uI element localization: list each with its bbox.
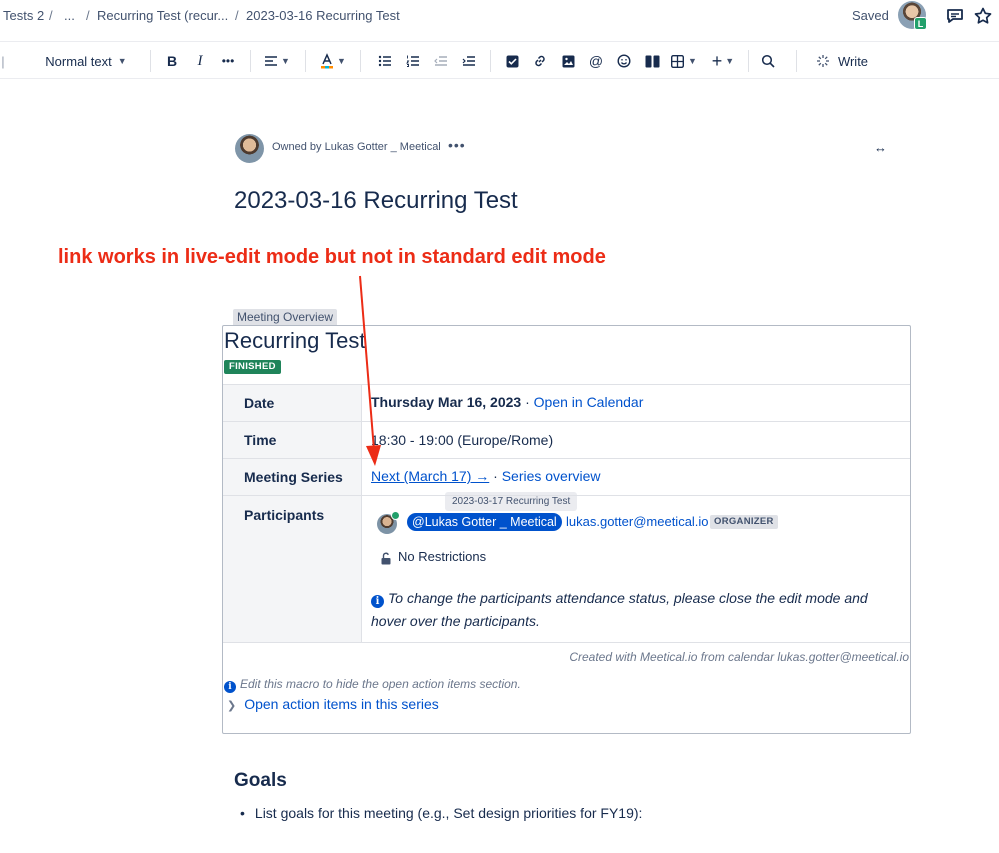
insert-icon[interactable]: + ▼ <box>708 51 738 71</box>
breadcrumb-separator: / <box>49 8 53 23</box>
accepted-check-icon <box>391 511 400 520</box>
toolbar-divider <box>305 50 306 72</box>
text-style-dropdown[interactable]: Normal text ▼ <box>36 51 136 71</box>
chevron-down-icon: ▼ <box>281 56 290 66</box>
attendance-info-text: To change the participants attendance st… <box>371 590 868 629</box>
italic-icon[interactable]: I <box>190 51 210 71</box>
chevron-down-icon: ▼ <box>725 56 735 66</box>
row-value-series: Next (March 17) → · Series overview <box>371 468 601 484</box>
restrictions-status[interactable]: No Restrictions <box>398 549 486 564</box>
info-icon: i <box>224 681 236 693</box>
chevron-down-icon: ▼ <box>117 56 127 66</box>
layout-icon[interactable] <box>642 51 662 71</box>
meeting-overview-macro[interactable]: Recurring Test FINISHED Date Thursday Ma… <box>222 325 911 734</box>
owner-byline[interactable]: Owned by Lukas Gotter _ Meetical <box>272 141 441 153</box>
chevron-down-icon: ▼ <box>337 56 346 66</box>
write-icon <box>816 55 829 67</box>
row-divider <box>223 642 910 643</box>
meeting-date: Thursday Mar 16, 2023 <box>371 394 522 410</box>
indent-icon[interactable] <box>459 51 479 71</box>
separator-dot: · <box>521 394 534 410</box>
breadcrumb-item-ellipsis[interactable]: ... <box>64 8 75 23</box>
open-action-items-expand[interactable]: ❯ Open action items in this series <box>227 696 439 712</box>
goals-heading[interactable]: Goals <box>234 770 287 792</box>
comment-icon[interactable] <box>945 6 965 26</box>
outdent-icon[interactable] <box>431 51 451 71</box>
open-in-calendar-link[interactable]: Open in Calendar <box>534 394 644 410</box>
chevron-down-icon: ▼ <box>688 56 697 66</box>
breadcrumb-item-parent[interactable]: Recurring Test (recur... <box>97 8 228 23</box>
top-bar: Tests 2 / ... / Recurring Test (recur...… <box>0 0 999 32</box>
emoji-icon[interactable] <box>614 51 634 71</box>
owner-avatar[interactable] <box>235 134 264 163</box>
toolbar-divider <box>748 50 749 72</box>
chevron-right-icon: ❯ <box>227 700 237 712</box>
link-icon[interactable] <box>530 51 550 71</box>
open-action-items-label: Open action items in this series <box>244 696 439 712</box>
breadcrumb-separator: / <box>235 8 239 23</box>
text-style-label: Normal text <box>45 53 112 69</box>
toolbar-divider <box>150 50 151 72</box>
participant-email-link[interactable]: lukas.gotter@meetical.io <box>566 514 709 529</box>
image-icon[interactable] <box>558 51 578 71</box>
editor-toolbar: | Normal text ▼ B I ••• ▼ ▼ @ ▼ + ▼ Writ… <box>0 41 999 79</box>
write-button[interactable]: Write <box>812 51 872 71</box>
separator-dot: · <box>489 468 502 484</box>
breadcrumb-item-current[interactable]: 2023-03-16 Recurring Test <box>246 8 400 23</box>
table-icon[interactable]: ▼ <box>668 51 700 71</box>
status-badge: FINISHED <box>224 360 281 374</box>
row-participants: Participants @Lukas Gotter _ Meetical lu… <box>223 495 910 642</box>
row-label-series: Meeting Series <box>244 469 343 485</box>
toolbar-overflow-edge: | <box>1 53 5 69</box>
screenshot-annotation: link works in live-edit mode but not in … <box>58 246 606 268</box>
edit-macro-hint: i Edit this macro to hide the open action… <box>224 677 521 693</box>
row-label-date: Date <box>244 395 275 411</box>
meeting-title: Recurring Test <box>224 328 366 353</box>
task-icon[interactable] <box>502 51 522 71</box>
text-color-icon[interactable]: ▼ <box>318 51 348 71</box>
toolbar-divider <box>490 50 491 72</box>
created-with-footnote: Created with Meetical.io from calendar l… <box>569 650 909 664</box>
avatar-badge: L <box>914 17 927 30</box>
save-status: Saved <box>852 8 889 23</box>
row-date: Date Thursday Mar 16, 2023 · Open in Cal… <box>223 384 910 421</box>
toolbar-divider <box>250 50 251 72</box>
edit-macro-hint-text: Edit this macro to hide the open action … <box>240 677 521 691</box>
row-value-date: Thursday Mar 16, 2023 · Open in Calendar <box>371 394 643 410</box>
next-meeting-link[interactable]: Next (March 17) → <box>371 468 489 484</box>
meeting-time: 18:30 - 19:00 (Europe/Rome) <box>371 432 554 448</box>
page-width-toggle-icon[interactable]: ↔ <box>874 140 887 155</box>
row-label-time: Time <box>244 432 277 448</box>
breadcrumb-separator: / <box>86 8 90 23</box>
info-icon: i <box>371 595 384 608</box>
row-header: Meeting Series <box>223 459 362 495</box>
write-label: Write <box>837 53 869 69</box>
unlock-icon <box>380 552 392 568</box>
row-header: Participants <box>223 496 362 642</box>
row-time: Time 18:30 - 19:00 (Europe/Rome) <box>223 421 910 458</box>
row-header: Time <box>223 422 362 458</box>
bold-icon[interactable]: B <box>162 51 182 71</box>
toolbar-divider <box>360 50 361 72</box>
numbered-list-icon[interactable] <box>403 51 423 71</box>
participant-mention[interactable]: @Lukas Gotter _ Meetical <box>407 513 562 531</box>
attendance-info-note: i To change the participants attendance s… <box>371 587 891 633</box>
row-label-participants: Participants <box>244 507 325 523</box>
list-item[interactable]: List goals for this meeting (e.g., Set d… <box>240 805 643 821</box>
row-meeting-series: Meeting Series Next (March 17) → · Serie… <box>223 458 910 511</box>
star-icon[interactable] <box>973 6 993 26</box>
page-title[interactable]: 2023-03-16 Recurring Test <box>234 187 518 215</box>
more-formatting-icon[interactable]: ••• <box>218 51 238 71</box>
macro-label-tab[interactable]: Meeting Overview <box>233 309 338 325</box>
align-icon[interactable]: ▼ <box>262 51 292 71</box>
row-header: Date <box>223 385 362 421</box>
more-actions-icon[interactable]: ••• <box>448 137 466 153</box>
search-icon[interactable] <box>758 51 778 71</box>
toolbar-divider <box>796 50 797 72</box>
breadcrumb-item-space[interactable]: Tests 2 <box>3 8 44 23</box>
bullet-list-icon[interactable] <box>375 51 395 71</box>
series-overview-link[interactable]: Series overview <box>502 468 601 484</box>
organizer-badge: ORGANIZER <box>710 515 778 529</box>
mention-icon[interactable]: @ <box>586 51 606 71</box>
